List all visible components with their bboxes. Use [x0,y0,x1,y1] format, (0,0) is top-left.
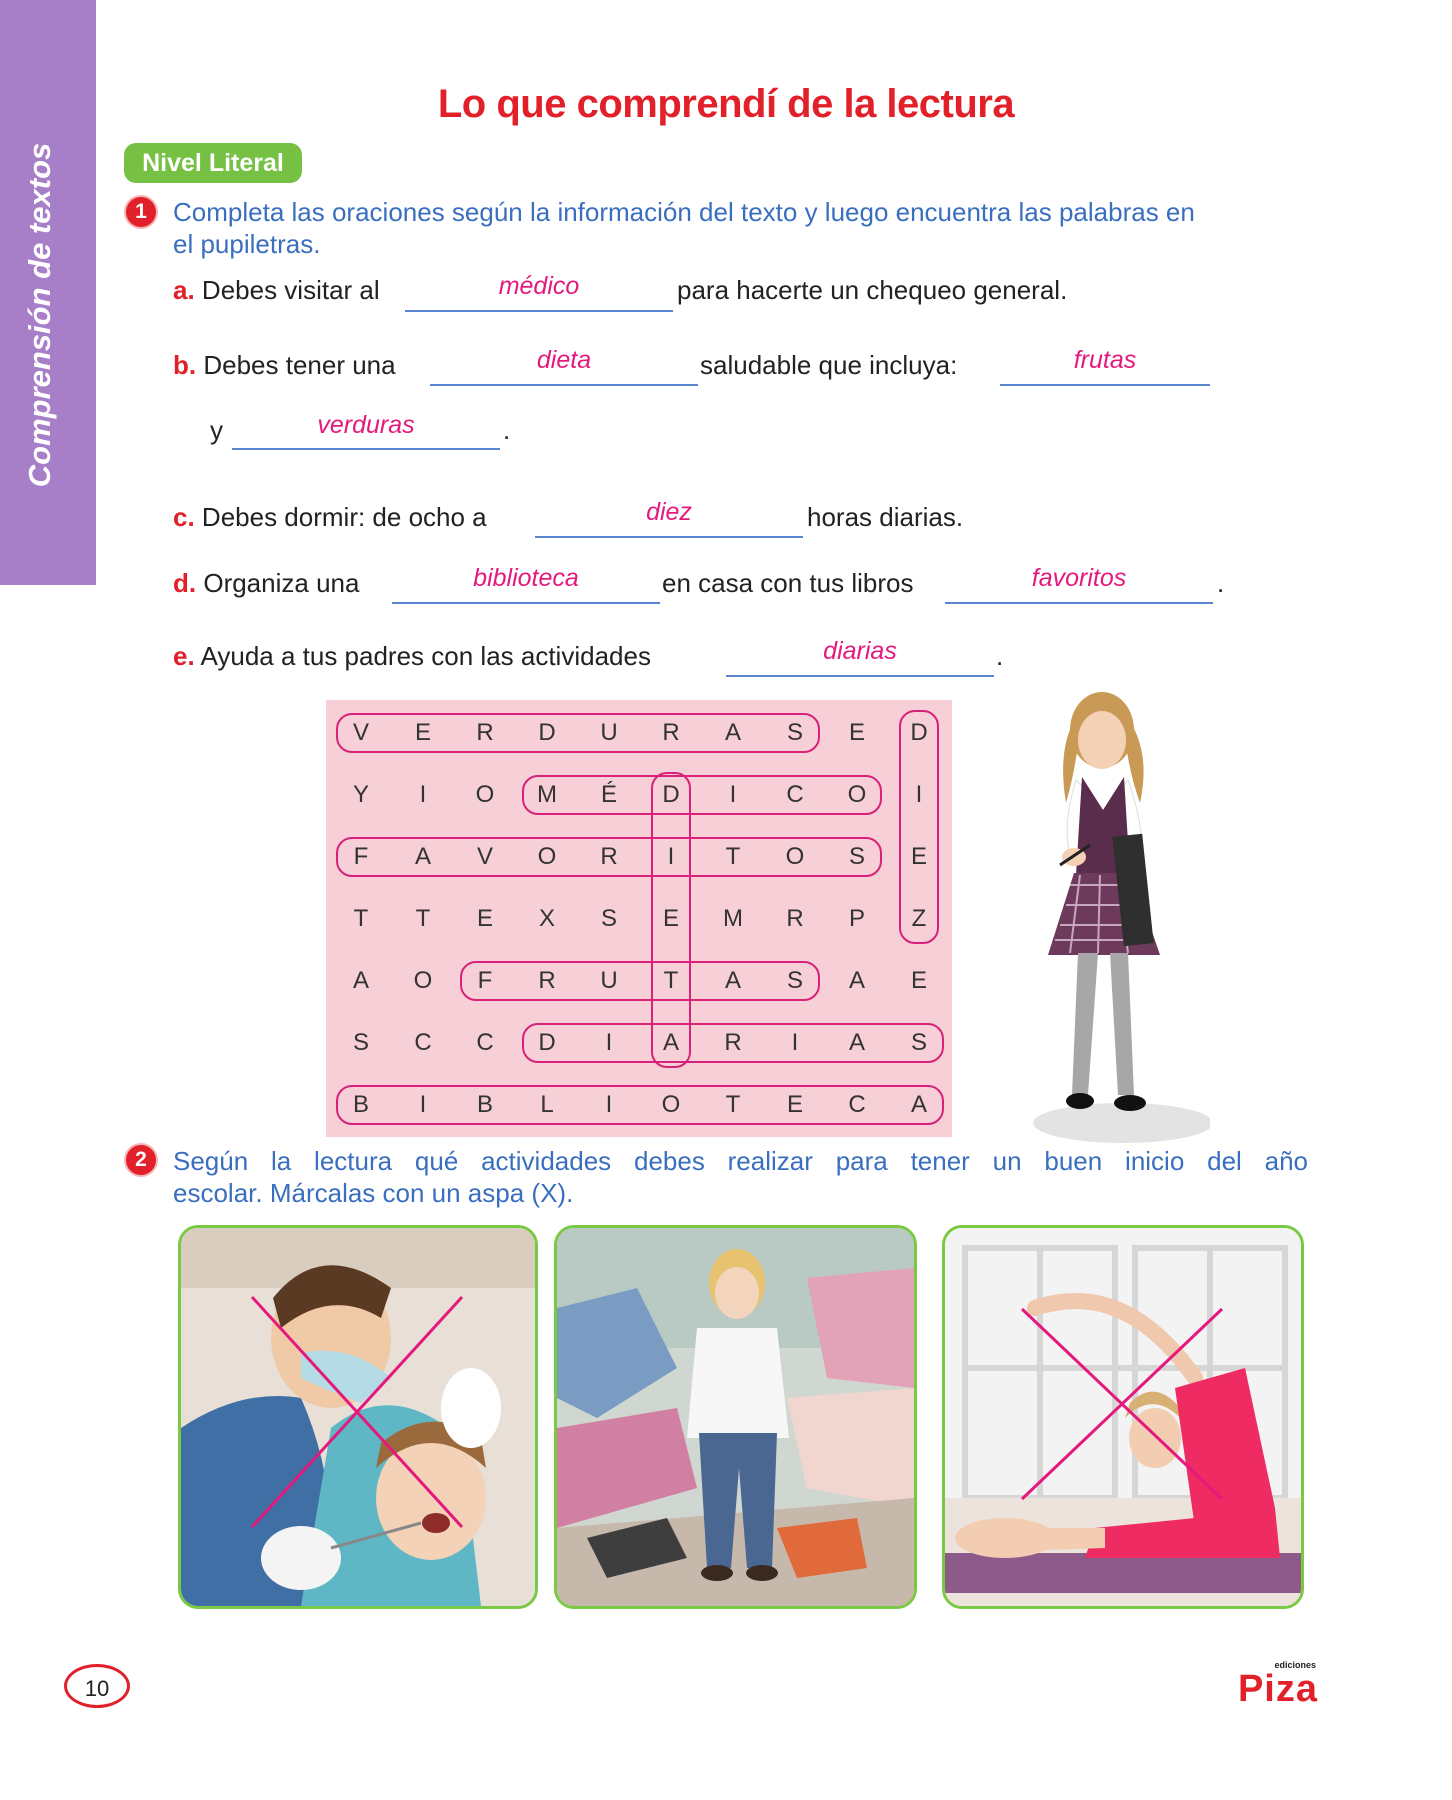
photo-stretching[interactable] [942,1225,1304,1609]
grid-letter[interactable]: O [392,950,454,1012]
schoolgirl-illustration [1033,692,1210,1143]
grid-letter[interactable]: X [516,888,578,950]
grid-letter[interactable]: P [826,888,888,950]
answer-b1: dieta [536,346,592,374]
page-number: 10 [64,1664,130,1708]
sentence-b-cont: y [210,415,223,445]
sentence-c-after: horas diarias. [807,502,964,532]
loop-verduras [336,713,820,753]
page-title: Lo que comprendí de la lectura [437,82,1015,126]
sentence-a-before: Debes visitar al [201,275,380,305]
sentence-d-before: Organiza una [203,568,360,598]
photo-dentist[interactable] [178,1225,538,1609]
answer-b3: verduras [317,411,415,439]
sentence-d-end: . [1217,568,1225,598]
side-tab-label: Comprensión de textos [22,142,57,488]
sentence-e-start: e. Ayuda a tus padres con las actividade… [173,640,651,672]
messy-room-scene [557,1228,914,1606]
level-badge: Nivel Literal [124,143,302,183]
answer-e: diarias [823,637,897,665]
answer-c: diez [646,498,692,526]
grid-letter[interactable]: S [330,1012,392,1074]
question1-instruction-line2: el pupiletras. [173,229,321,259]
grid-letter[interactable]: E [826,702,888,764]
grid-letter[interactable]: E [888,950,950,1012]
sentence-a-after: para hacerte un chequeo general. [677,275,1068,305]
item-letter-b: b. [173,350,197,380]
grid-letter[interactable]: O [454,764,516,826]
word-search-grid: VERDURASEDYIOMÉDICOIFAVORITOSETTEXSEMRPZ… [326,700,952,1137]
question2-instruction-line2: escolar. Márcalas con un aspa (X). [173,1178,574,1208]
x-mark-3 [1020,1307,1224,1501]
question-number-2: 2 [126,1145,156,1175]
loop-frutas [460,961,820,1001]
grid-letter[interactable]: A [330,950,392,1012]
grid-letter[interactable]: C [454,1012,516,1074]
grid-letter[interactable]: S [578,888,640,950]
sentence-c-before: Debes dormir: de ocho a [201,502,487,532]
answer-b2: frutas [1073,346,1137,374]
side-tab-notch [0,550,96,582]
grid-letter[interactable]: T [392,888,454,950]
sentence-b-before: Debes tener una [203,350,396,380]
loop-biblioteca [336,1085,944,1125]
photo-messy-room[interactable] [554,1225,917,1609]
loop-dieta [651,772,691,1068]
item-letter-c: c. [173,502,195,532]
sentence-e-end: . [996,641,1004,671]
grid-letter[interactable]: A [826,950,888,1012]
grid-letter[interactable]: T [330,888,392,950]
sentence-e-before: Ayuda a tus padres con las actividades [200,641,651,671]
x-mark-1 [250,1295,464,1529]
sentence-d-start: d. Organiza una [173,567,359,599]
grid-letter[interactable]: R [764,888,826,950]
sentence-b-middle: saludable que incluya: [700,350,958,380]
sentence-a-start: a. Debes visitar al [173,274,380,306]
sentence-d-middle: en casa con tus libros [662,568,914,598]
sentence-c-start: c. Debes dormir: de ocho a [173,501,487,533]
answer-d2: favoritos [1031,564,1127,592]
answer-d1: biblioteca [473,564,579,592]
loop-diarias [522,1023,944,1063]
item-letter-e: e. [173,641,195,671]
grid-letter[interactable]: M [702,888,764,950]
answer-a: médico [498,272,580,300]
grid-letter[interactable]: E [454,888,516,950]
question-number-1: 1 [126,197,156,227]
item-letter-a: a. [173,275,195,305]
brand-name: Piza [1237,1668,1318,1710]
loop-diez [899,710,939,944]
question1-instruction-line1: Completa las oraciones según la informac… [173,197,1195,227]
item-letter-d: d. [173,568,197,598]
sentence-b-start: b. Debes tener una [173,349,396,381]
brand-logo: ediciones Piza [1218,1660,1318,1710]
loop-medico [522,775,882,815]
grid-letter[interactable]: Y [330,764,392,826]
grid-letter[interactable]: I [392,764,454,826]
question2-instruction-line1: Según la lectura qué actividades debes r… [173,1146,1308,1176]
grid-letter[interactable]: C [392,1012,454,1074]
loop-favoritos [336,837,882,877]
sentence-b-end: . [503,415,511,445]
